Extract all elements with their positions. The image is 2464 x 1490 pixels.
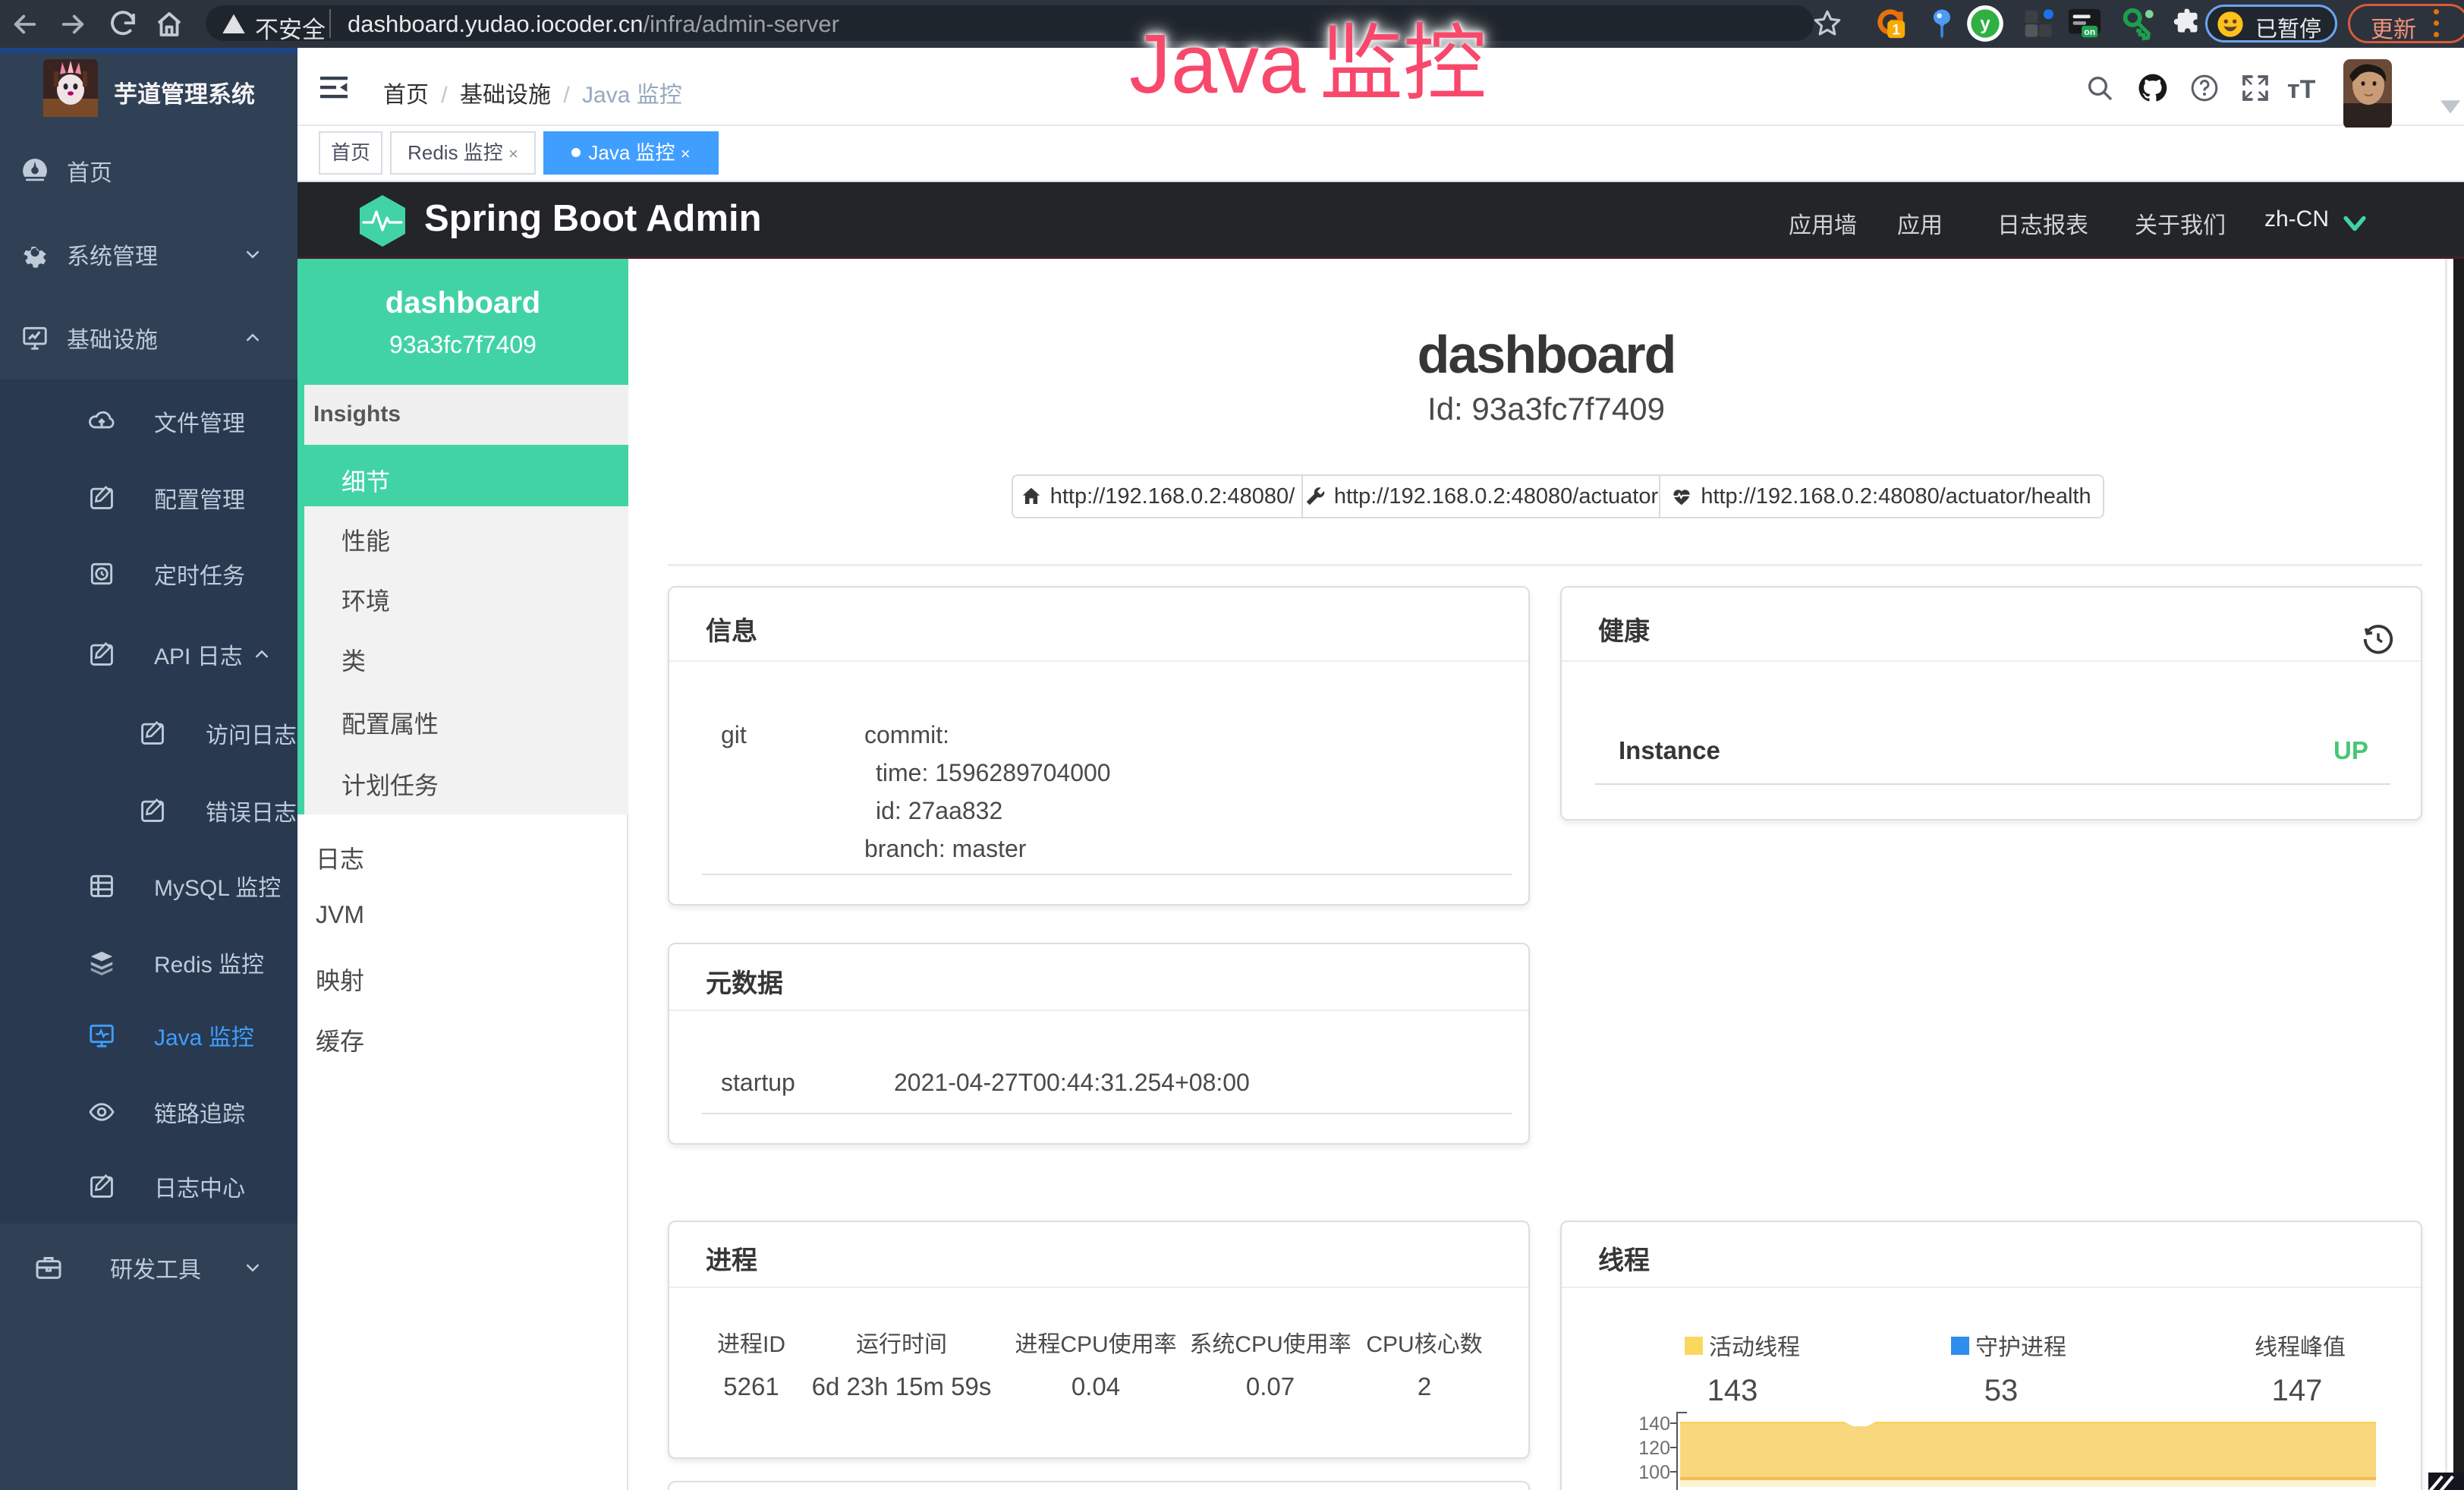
svg-text:1: 1 — [1892, 23, 1900, 39]
svg-text:y: y — [1980, 14, 1990, 34]
svg-text:on: on — [2084, 27, 2095, 37]
